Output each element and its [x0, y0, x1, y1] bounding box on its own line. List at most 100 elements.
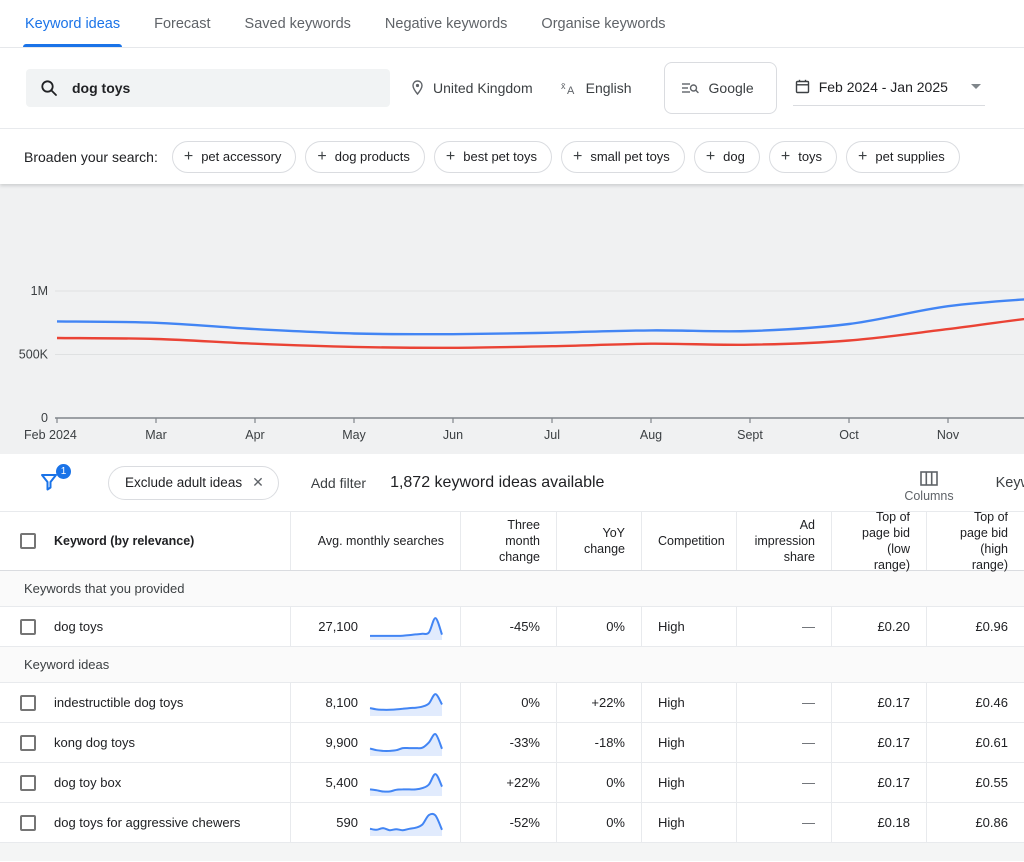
- row-checkbox[interactable]: [20, 775, 36, 791]
- plus-icon: +: [858, 149, 867, 165]
- keyword-text: indestructible dog toys: [54, 695, 183, 710]
- keyword-cell: dog toys for aggressive chewers: [0, 803, 291, 842]
- ideas-count: 1,872 keyword ideas available: [390, 474, 604, 492]
- header-cell-yoy-change[interactable]: YoY change: [557, 512, 642, 570]
- header-cell-keyword-by-relevance-[interactable]: Keyword (by relevance): [0, 512, 291, 570]
- competition-value: High: [658, 775, 685, 790]
- select-all-checkbox[interactable]: [20, 533, 36, 549]
- broaden-label: Broaden your search:: [24, 149, 158, 165]
- table-header-row: Keyword (by relevance) Avg. monthly searc…: [0, 512, 1024, 571]
- plus-icon: +: [184, 149, 193, 165]
- tab-negative-keywords[interactable]: Negative keywords: [368, 0, 525, 47]
- columns-button[interactable]: Columns: [904, 463, 953, 503]
- top-of-page-bid-low-value: £0.17: [877, 775, 910, 790]
- top-of-page-bid-low-value: £0.18: [877, 815, 910, 830]
- language-selector[interactable]: x̄A English: [561, 80, 632, 96]
- broaden-chip-toys[interactable]: +toys: [769, 141, 837, 173]
- three-month-change-cell: -33%: [461, 723, 557, 762]
- keyword-text: dog toys: [54, 619, 103, 634]
- trend-chart: 1M500K0Feb 2024MarAprMayJunJulAugSeptOct…: [0, 184, 1024, 454]
- keyword-view-dropdown[interactable]: Keywor: [996, 475, 1024, 491]
- chip-label: dog products: [335, 149, 410, 164]
- svg-text:May: May: [342, 428, 366, 442]
- broaden-chips: +pet accessory+dog products+best pet toy…: [172, 141, 960, 173]
- tab-forecast[interactable]: Forecast: [137, 0, 227, 47]
- chip-label: pet supplies: [875, 149, 944, 164]
- keyword-text: kong dog toys: [54, 735, 135, 750]
- avg-searches-value: 5,400: [307, 775, 358, 790]
- tab-keyword-ideas[interactable]: Keyword ideas: [8, 0, 137, 47]
- yoy-change-value: 0%: [606, 619, 625, 634]
- header-cell-three-month-change[interactable]: Three month change: [461, 512, 557, 570]
- three-month-change-cell: 0%: [461, 683, 557, 722]
- yoy-change-cell: -18%: [557, 723, 642, 762]
- broaden-chip-pet-accessory[interactable]: +pet accessory: [172, 141, 297, 173]
- tab-saved-keywords[interactable]: Saved keywords: [228, 0, 368, 47]
- avg-monthly-searches-cell: 9,900: [291, 723, 461, 762]
- svg-text:Jul: Jul: [544, 428, 560, 442]
- header-cell-ad-impression-share[interactable]: Ad impression share: [737, 512, 832, 570]
- three-month-change-value: -33%: [510, 735, 540, 750]
- ad-impression-share-value: —: [802, 735, 815, 750]
- top-of-page-bid-high-value: £0.55: [975, 775, 1008, 790]
- broaden-chip-small-pet-toys[interactable]: +small pet toys: [561, 141, 685, 173]
- section-header-keyword-ideas: Keyword ideas: [0, 647, 1024, 683]
- row-checkbox[interactable]: [20, 815, 36, 831]
- sparkline: [368, 729, 444, 757]
- top-of-page-bid-low-cell: £0.20: [832, 607, 927, 646]
- header-cell-top-of-page-bid-high-range-[interactable]: Top of page bid (high range): [927, 512, 1024, 570]
- header-cell-competition[interactable]: Competition: [642, 512, 737, 570]
- date-range-selector[interactable]: Feb 2024 - Jan 2025: [793, 71, 985, 106]
- header-cell-top-of-page-bid-low-range-[interactable]: Top of page bid (low range): [832, 512, 927, 570]
- search-panel: dog toys United Kingdom x̄A English Goog…: [0, 48, 1024, 184]
- header-cell-avg-monthly-searches[interactable]: Avg. monthly searches: [291, 512, 461, 570]
- row-checkbox[interactable]: [20, 695, 36, 711]
- competition-value: High: [658, 619, 685, 634]
- keyword-search-input[interactable]: dog toys: [26, 69, 390, 107]
- keyword-planner-screen: Keyword ideasForecastSaved keywordsNegat…: [0, 0, 1024, 862]
- chevron-down-icon: [971, 84, 981, 89]
- exclude-adult-ideas-chip[interactable]: Exclude adult ideas ✕: [108, 466, 279, 500]
- yoy-change-cell: +22%: [557, 683, 642, 722]
- chip-label: dog: [723, 149, 745, 164]
- svg-text:Sept: Sept: [737, 428, 763, 442]
- plus-icon: +: [317, 149, 326, 165]
- keyword-cell: dog toy box: [0, 763, 291, 802]
- close-icon[interactable]: ✕: [252, 474, 264, 491]
- competition-cell: High: [642, 723, 737, 762]
- top-of-page-bid-low-value: £0.20: [877, 619, 910, 634]
- broaden-chip-best-pet-toys[interactable]: +best pet toys: [434, 141, 552, 173]
- table-row-dog-toy-box: dog toy box5,400+22%0%High—£0.17£0.55: [0, 763, 1024, 803]
- broaden-chip-dog-products[interactable]: + dog products: [305, 141, 425, 173]
- three-month-change-value: -52%: [510, 815, 540, 830]
- broaden-chip-dog[interactable]: +dog: [694, 141, 760, 173]
- add-filter-button[interactable]: Add filter: [311, 475, 366, 491]
- avg-monthly-searches-cell: 27,100: [291, 607, 461, 646]
- avg-searches-value: 590: [307, 815, 358, 830]
- top-of-page-bid-high-cell: £0.55: [927, 763, 1024, 802]
- svg-text:500K: 500K: [19, 348, 49, 362]
- svg-text:x̄: x̄: [561, 81, 566, 91]
- keyword-text: dog toy box: [54, 775, 121, 790]
- svg-text:Feb 2024: Feb 2024: [24, 428, 77, 442]
- three-month-change-cell: -45%: [461, 607, 557, 646]
- ad-impression-share-cell: —: [737, 723, 832, 762]
- broaden-chip-pet-supplies[interactable]: + pet supplies: [846, 141, 960, 173]
- section-header-keywords-that-you-provided: Keywords that you provided: [0, 571, 1024, 607]
- location-selector[interactable]: United Kingdom: [410, 80, 533, 96]
- filter-button[interactable]: 1: [38, 470, 64, 496]
- top-of-page-bid-low-value: £0.17: [877, 695, 910, 710]
- table-bottom-strip: [0, 843, 1024, 861]
- svg-text:Oct: Oct: [839, 428, 859, 442]
- network-selector[interactable]: Google: [664, 62, 777, 114]
- row-checkbox[interactable]: [20, 619, 36, 635]
- header-label: Keyword (by relevance): [54, 533, 194, 549]
- chip-label: small pet toys: [590, 149, 669, 164]
- row-checkbox[interactable]: [20, 735, 36, 751]
- tab-organise-keywords[interactable]: Organise keywords: [524, 0, 682, 47]
- ad-impression-share-cell: —: [737, 683, 832, 722]
- plus-icon: +: [781, 149, 790, 165]
- svg-text:1M: 1M: [31, 284, 48, 298]
- competition-value: High: [658, 735, 685, 750]
- competition-value: High: [658, 695, 685, 710]
